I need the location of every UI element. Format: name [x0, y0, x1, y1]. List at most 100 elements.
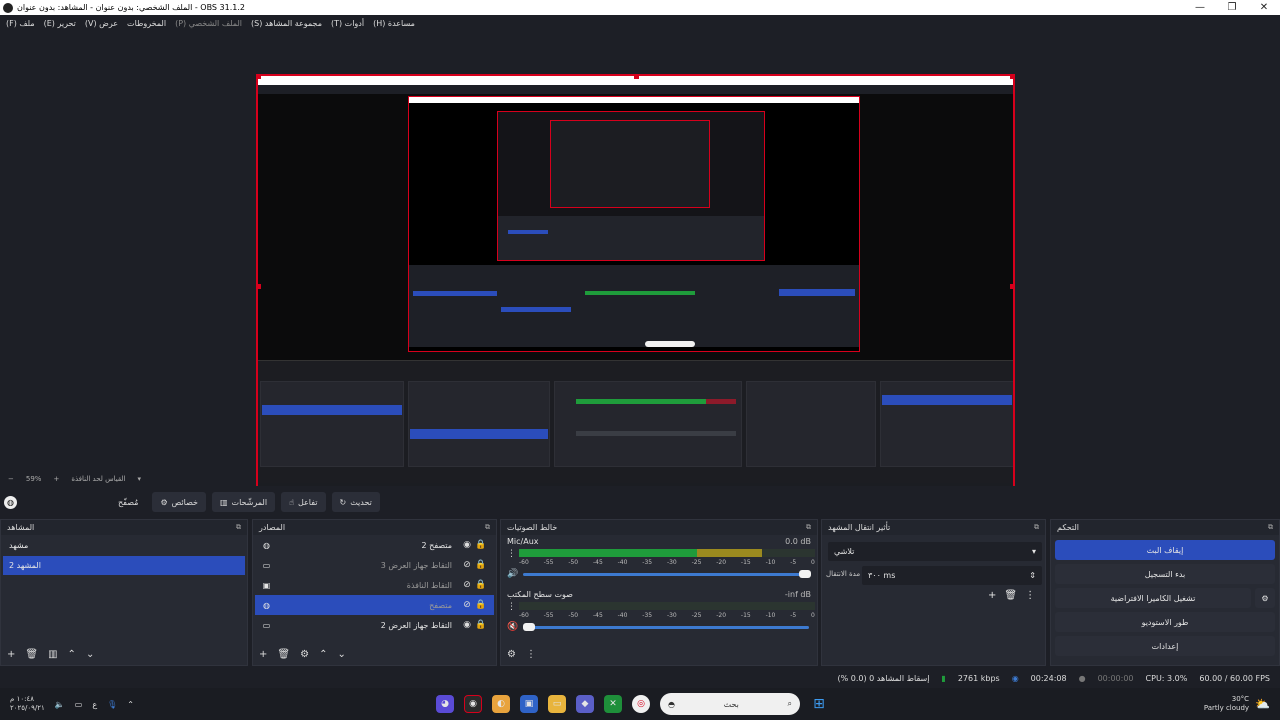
undock-icon[interactable]: ⧉ — [1034, 523, 1039, 532]
source-properties-button[interactable]: ⚙ — [300, 649, 309, 660]
remove-transition-button[interactable]: 🗑 — [1004, 590, 1017, 601]
source-row[interactable]: ▭ التقاط جهاز العرض 3 ⊘ 🔒 — [255, 555, 494, 575]
visibility-eye-icon[interactable]: ⊘ — [460, 600, 474, 610]
mixer-menu-button[interactable]: ⋮ — [526, 649, 536, 660]
volume-knob[interactable] — [799, 570, 811, 578]
settings-button[interactable]: إعدادات — [1055, 636, 1275, 656]
undock-icon[interactable]: ⧉ — [1268, 523, 1273, 532]
menu-help[interactable]: (H) مساعدة — [373, 19, 415, 28]
source-row[interactable]: ▭ التقاط جهاز العرض 2 ◉ 🔒 — [255, 615, 494, 635]
scene-filters-button[interactable]: ▥ — [48, 649, 57, 660]
obs-icon[interactable]: ◉ — [464, 695, 482, 713]
window-title: الملف الشخصي: بدون عنوان - المشاهد: بدون… — [17, 3, 245, 12]
remove-scene-button[interactable]: 🗑 — [25, 649, 38, 660]
volume-slider[interactable] — [523, 573, 809, 576]
transition-menu-button[interactable]: ⋮ — [1025, 590, 1035, 601]
menu-profile[interactable]: (P) الملف الشخصي — [175, 19, 242, 28]
move-down-button[interactable]: ⌄ — [337, 649, 345, 660]
menu-tools[interactable]: (T) أدوات — [331, 19, 364, 28]
menu-docks[interactable]: المخروطات — [127, 19, 166, 28]
menu-view[interactable]: (V) عرض — [85, 19, 118, 28]
add-scene-button[interactable]: + — [7, 649, 15, 660]
move-down-button[interactable]: ⌄ — [86, 649, 94, 660]
visibility-eye-icon[interactable]: ⊘ — [460, 580, 474, 590]
lock-icon[interactable]: 🔒 — [474, 540, 488, 550]
close-button[interactable]: ✕ — [1248, 0, 1280, 15]
chevron-up-icon[interactable]: ⌃ — [127, 700, 134, 709]
zoom-out-button[interactable]: − — [8, 475, 14, 483]
preview-area[interactable] — [0, 32, 1280, 499]
fps: 60.00 / 60.00 FPS — [1199, 673, 1270, 683]
visibility-eye-icon[interactable]: ◉ — [460, 540, 474, 550]
start-icon[interactable]: ⊞ — [810, 695, 828, 713]
folder-icon[interactable]: ▭ — [548, 695, 566, 713]
taskbar-search[interactable]: ◓ بحث ⌕ — [660, 693, 800, 715]
display-icon[interactable]: ▭ — [75, 700, 83, 709]
weather-temp: 30°C — [1231, 695, 1250, 703]
store-icon[interactable]: ▣ — [520, 695, 538, 713]
xbox-icon[interactable]: ✕ — [604, 695, 622, 713]
remove-source-button[interactable]: 🗑 — [277, 649, 290, 660]
add-transition-button[interactable]: + — [988, 590, 996, 601]
visibility-eye-icon[interactable]: ◉ — [460, 620, 474, 630]
lock-icon[interactable]: 🔒 — [474, 560, 488, 570]
menu-scene-collection[interactable]: (S) مجموعة المشاهد — [251, 19, 322, 28]
scene-item[interactable]: مشهد — [3, 536, 245, 555]
studio-mode-button[interactable]: طور الاستوديو — [1055, 612, 1275, 632]
preview-canvas[interactable] — [256, 74, 1015, 499]
system-clock[interactable]: ١٠:٤٨ م ٢٠٢٥/٠٩/٢١ — [10, 695, 45, 713]
scene-label: المشهد 2 — [9, 561, 41, 570]
spin-arrows-icon[interactable]: ⇕ — [1029, 571, 1036, 580]
virtual-camera-settings-button[interactable]: ⚙ — [1255, 588, 1275, 608]
discord-icon[interactable]: ◕ — [436, 695, 454, 713]
minimize-button[interactable]: — — [1184, 0, 1216, 15]
speaker-icon[interactable]: 🔊 — [507, 569, 518, 579]
muted-speaker-icon[interactable]: 🔇 — [507, 622, 518, 632]
chrome-icon[interactable]: ◎ — [632, 695, 650, 713]
lock-icon[interactable]: 🔒 — [474, 580, 488, 590]
microphone-icon[interactable]: 🎙 — [107, 700, 117, 709]
chevron-down-icon[interactable]: ▾ — [138, 475, 142, 483]
zoom-level[interactable]: 59% — [26, 475, 42, 483]
source-row[interactable]: ◍ متصفح 2 ◉ 🔒 — [255, 535, 494, 555]
undock-icon[interactable]: ⧉ — [236, 523, 241, 532]
source-row[interactable]: ◍ متصفح ⊘ 🔒 — [255, 595, 494, 615]
virtual-camera-button[interactable]: تشغيل الكاميرا الافتراضية — [1055, 588, 1251, 608]
properties-button[interactable]: ⚙ خصائص — [152, 492, 206, 512]
clock-date: ٢٠٢٥/٠٩/٢١ — [10, 704, 45, 712]
add-source-button[interactable]: + — [259, 649, 267, 660]
zoom-in-button[interactable]: + — [53, 475, 59, 483]
lock-icon[interactable]: 🔒 — [474, 620, 488, 630]
track-menu-icon[interactable]: ⋮ — [507, 549, 516, 559]
menu-file[interactable]: (F) ملف — [6, 19, 35, 28]
scene-item-selected[interactable]: المشهد 2 — [3, 556, 245, 575]
teams-icon[interactable]: ◆ — [576, 695, 594, 713]
filters-button[interactable]: ▥ المرشّحات — [211, 492, 276, 512]
app-icon[interactable]: ◐ — [492, 695, 510, 713]
transition-select[interactable]: تلاشي ▾ — [828, 542, 1042, 561]
advanced-audio-button[interactable]: ⚙ — [507, 649, 516, 660]
volume-icon[interactable]: 🔈 — [55, 700, 65, 709]
move-up-button[interactable]: ⌃ — [68, 649, 76, 660]
track-menu-icon[interactable]: ⋮ — [507, 602, 516, 612]
source-row[interactable]: ▣ التقاط النافذة ⊘ 🔒 — [255, 575, 494, 595]
maximize-button[interactable]: ❐ — [1216, 0, 1248, 15]
start-recording-button[interactable]: بدء التسجيل — [1055, 564, 1275, 584]
move-up-button[interactable]: ⌃ — [319, 649, 327, 660]
stop-streaming-button[interactable]: إيقاف البث — [1055, 540, 1275, 560]
undock-icon[interactable]: ⧉ — [806, 523, 811, 532]
language-indicator[interactable]: ع — [92, 700, 97, 709]
interact-button[interactable]: ☝ تفاعل — [281, 492, 326, 512]
lock-icon[interactable]: 🔒 — [474, 600, 488, 610]
menu-edit[interactable]: (E) تحرير — [44, 19, 76, 28]
visibility-eye-icon[interactable]: ⊘ — [460, 560, 474, 570]
volume-knob[interactable] — [523, 623, 535, 631]
refresh-button[interactable]: ↻ تحديث — [331, 492, 380, 512]
zoom-mode-label[interactable]: القياس لحد النافذة — [71, 475, 125, 483]
undock-icon[interactable]: ⧉ — [485, 523, 490, 532]
preview-zoom-bar: − 59% + القياس لحد النافذة ▾ — [0, 472, 1280, 486]
volume-slider[interactable] — [523, 626, 809, 629]
weather-widget[interactable]: 30°C Partly cloudy ⛅ — [1204, 695, 1270, 713]
mixer-tracks: Mic/Aux 0.0 dB ⋮ -60 -55 -50 -45 -40 -35 -30 -25 -2… — [501, 535, 817, 641]
duration-input[interactable]: ٣٠٠ ms ⇕ — [862, 566, 1042, 585]
